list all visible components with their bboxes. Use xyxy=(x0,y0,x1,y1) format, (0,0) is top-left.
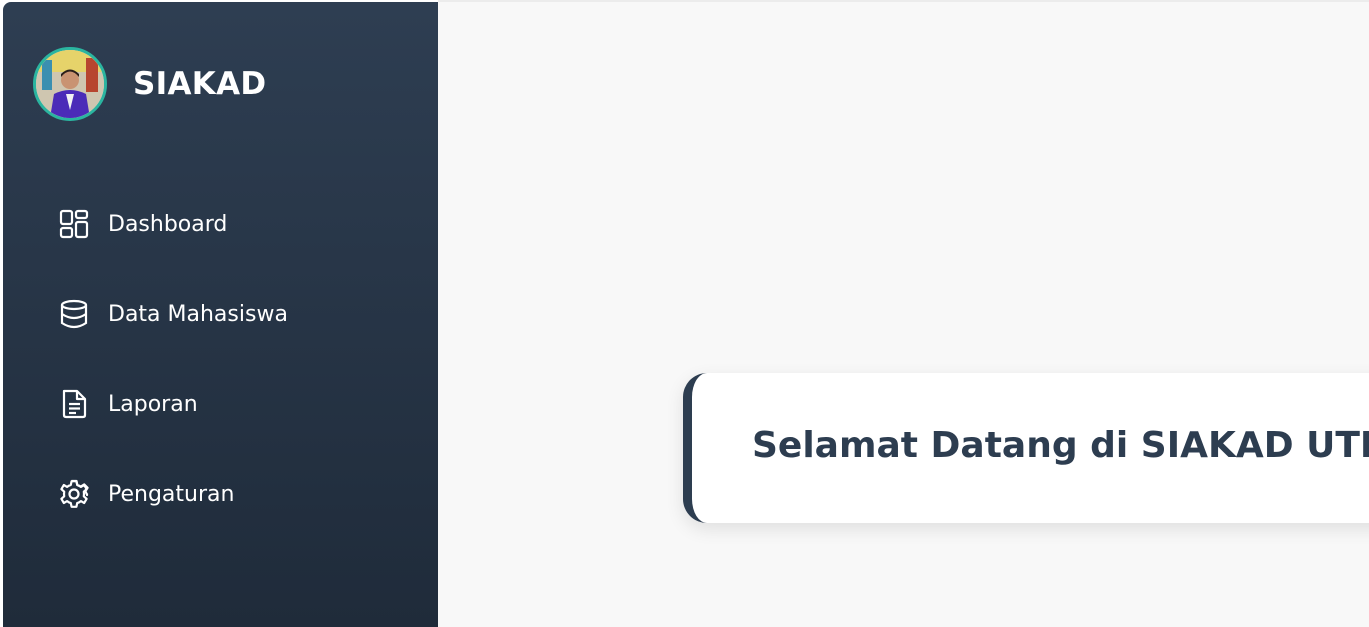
document-icon xyxy=(58,387,92,421)
welcome-card: Selamat Datang di SIAKAD UTM xyxy=(683,373,1369,523)
app-title: SIAKAD xyxy=(133,66,267,102)
database-icon xyxy=(58,297,92,331)
welcome-heading: Selamat Datang di SIAKAD UTM xyxy=(752,425,1369,466)
sidebar-item-dashboard[interactable]: Dashboard xyxy=(58,202,288,246)
sidebar-nav: Dashboard Data Mahasiswa Laporan Pengatu… xyxy=(58,202,288,562)
gear-icon xyxy=(58,477,92,511)
sidebar-item-label: Dashboard xyxy=(108,211,228,237)
sidebar-item-pengaturan[interactable]: Pengaturan xyxy=(58,472,288,516)
sidebar-item-data-mahasiswa[interactable]: Data Mahasiswa xyxy=(58,292,288,336)
sidebar-item-label: Laporan xyxy=(108,391,198,417)
brand-header: SIAKAD xyxy=(33,47,266,121)
sidebar: SIAKAD Dashboard Data Mahasiswa Laporan … xyxy=(3,2,438,627)
main-content: Selamat Datang di SIAKAD UTM xyxy=(438,0,1369,627)
sidebar-item-label: Data Mahasiswa xyxy=(108,301,288,327)
sidebar-item-laporan[interactable]: Laporan xyxy=(58,382,288,426)
dashboard-grid-icon xyxy=(58,207,92,241)
app-window: SIAKAD Dashboard Data Mahasiswa Laporan … xyxy=(0,0,1369,627)
avatar[interactable] xyxy=(33,47,107,121)
avatar-photo-icon xyxy=(36,50,104,118)
sidebar-item-label: Pengaturan xyxy=(108,481,235,507)
